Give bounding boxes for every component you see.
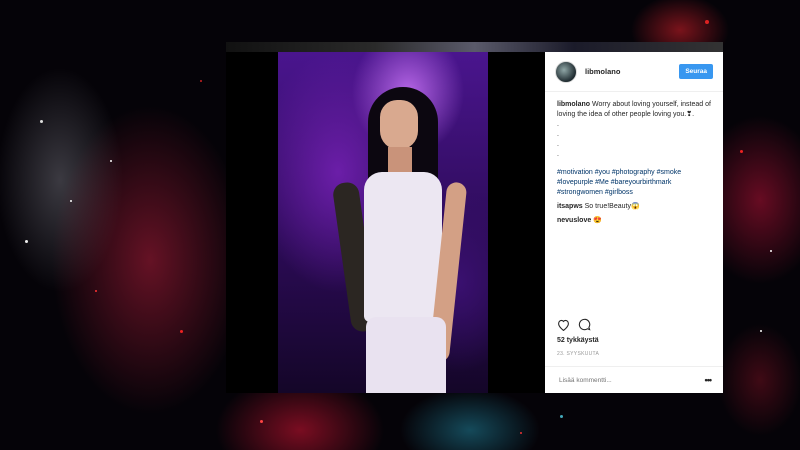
instagram-post: libmolano Seuraa libmolano Worry about l…: [226, 52, 723, 393]
comment-username[interactable]: itsapws: [557, 203, 583, 210]
comment-item: itsapws So true!Beauty😱: [557, 202, 711, 212]
add-comment-bar: •••: [545, 366, 723, 393]
caption: libmolano Worry about loving yourself, i…: [557, 100, 711, 120]
photo-content: [278, 52, 488, 393]
comments-section: libmolano Worry about loving yourself, i…: [545, 92, 723, 226]
comment-item: nevuslove 😍: [557, 216, 711, 226]
caption-dot: .: [557, 121, 559, 128]
post-sidebar: libmolano Seuraa libmolano Worry about l…: [545, 52, 723, 393]
more-options-icon[interactable]: •••: [705, 375, 713, 385]
avatar[interactable]: [555, 60, 577, 83]
caption-username[interactable]: libmolano: [557, 101, 590, 108]
comment-username[interactable]: nevuslove: [557, 217, 591, 224]
post-header: libmolano Seuraa: [545, 52, 723, 92]
comment-text: 😍: [593, 217, 602, 224]
hashtags[interactable]: #motivation #you #photography #smoke #lo…: [557, 168, 711, 198]
comment-text: So true!Beauty😱: [584, 203, 640, 210]
follow-button[interactable]: Seuraa: [679, 64, 713, 79]
embed-top-strip: [226, 42, 723, 52]
header-username[interactable]: libmolano: [585, 67, 679, 76]
post-actions: [557, 318, 591, 333]
post-photo[interactable]: [226, 52, 545, 393]
heart-icon[interactable]: [557, 319, 570, 333]
post-date: 23. SYYSKUUTA: [557, 351, 600, 357]
caption-dot: .: [557, 141, 559, 148]
comment-icon[interactable]: [578, 318, 591, 333]
caption-dot: .: [557, 131, 559, 138]
likes-count[interactable]: 52 tykkäystä: [557, 337, 599, 344]
caption-dot: .: [557, 151, 559, 158]
comment-input[interactable]: [557, 375, 705, 385]
